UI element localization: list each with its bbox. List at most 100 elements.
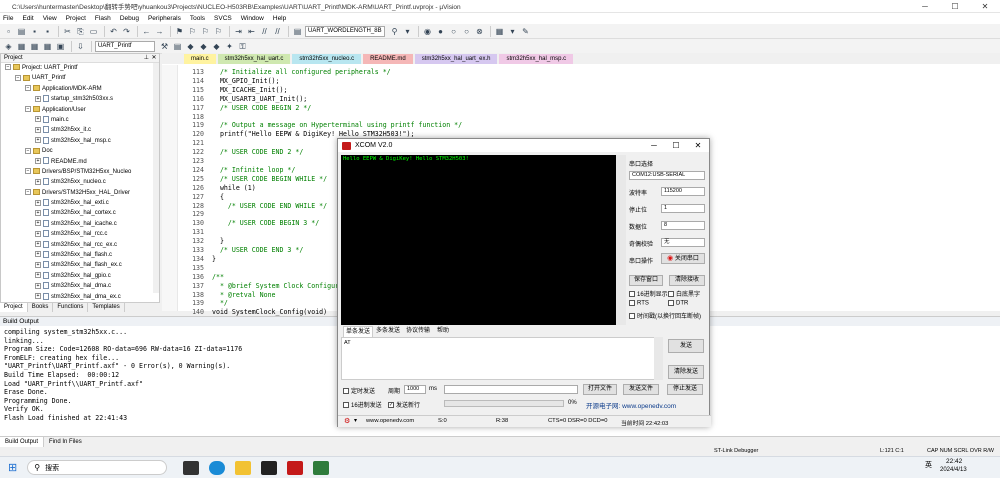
editor-tab[interactable]: stm32h5xx_hal_msp.c [499,54,574,64]
xcom-url[interactable]: www.openedv.com [366,418,414,424]
lock-icon[interactable]: ⚿ [237,41,248,52]
editor-tab[interactable]: README.md [363,54,413,64]
open-file-icon[interactable]: ▤ [16,26,27,37]
expand-icon[interactable]: + [35,157,41,164]
period-input[interactable]: 1000 [404,385,426,394]
expand-icon[interactable]: + [35,116,41,123]
tree-file-item[interactable]: + stm32h5xx_hal_rcc_ex.c [1,240,159,250]
expand-icon[interactable]: + [35,220,41,227]
project-scrollbar[interactable] [153,63,159,293]
uncomment-icon[interactable]: // [272,26,283,37]
send-scrollbar[interactable] [654,337,663,380]
download-icon[interactable]: ⇩ [75,41,86,52]
breakpoint-icon[interactable]: ● [435,26,446,37]
code-line[interactable]: MX_ICACHE_Init(); [212,86,288,94]
config-icon[interactable]: ▾ [507,26,518,37]
hex-display-checkbox[interactable]: 16进制显示 [629,289,668,298]
white-black-checkbox[interactable]: 白底黑字 [668,289,700,298]
nav-back-icon[interactable]: ← [141,26,152,37]
xcom-tab[interactable]: 多条发送 [374,326,402,336]
tree-file-item[interactable]: + stm32h5xx_hal_exti.c [1,198,159,208]
tree-file-item[interactable]: + startup_stm32h503xx.s [1,94,159,104]
tree-file-item[interactable]: + stm32h5xx_hal_icache.c [1,219,159,229]
undo-icon[interactable]: ↶ [108,26,119,37]
task-view-icon[interactable] [183,460,200,475]
hex-send-checkbox[interactable]: 16进制发送 [343,400,382,409]
editor-tab[interactable]: stm32h5xx_nucleo.c [292,54,362,64]
search-combo[interactable]: UART_WORDLENGTH_8B [305,25,385,37]
code-line[interactable]: /* USER CODE BEGIN 2 */ [212,104,311,112]
code-line[interactable]: MX_USART3_UART_Init(); [212,95,307,103]
menu-item-file[interactable]: File [3,15,13,22]
send-newline-checkbox[interactable]: ✓ 发送新行 [388,400,420,409]
bottom-tab-find-in-files[interactable]: Find In Files [44,437,87,447]
clear-receive-button[interactable]: 清除接收 [669,275,705,286]
expand-icon[interactable]: + [35,251,41,258]
code-line[interactable]: */ [212,299,228,307]
menu-item-window[interactable]: Window [241,15,264,22]
tree-file-item[interactable]: + stm32h5xx_hal_cortex.c [1,208,159,218]
breakpoint-disable-icon[interactable]: ○ [448,26,459,37]
expand-icon[interactable]: + [35,293,41,300]
timed-send-checkbox[interactable]: 定时发送 [343,386,375,395]
project-tab-project[interactable]: Project [0,303,28,312]
maximize-button[interactable]: ☐ [940,2,970,11]
app-icon[interactable] [261,460,278,475]
tree-file-item[interactable]: + stm32h5xx_hal_rcc.c [1,229,159,239]
xcom-minimize-button[interactable]: ─ [643,141,665,150]
clear-send-button[interactable]: 清除发送 [668,365,704,379]
stop-bits-select[interactable]: 1 [661,204,705,213]
tree-folder-item[interactable]: − Drivers/STM32H5xx_HAL_Driver [1,188,159,198]
incremental-find-icon[interactable]: ▾ [402,26,413,37]
xcom-app-icon[interactable] [287,460,304,475]
bookmark-prev-icon[interactable]: ⚐ [187,26,198,37]
cut-icon[interactable]: ✂ [62,26,73,37]
breakpoint-kill-icon[interactable]: ⊗ [474,26,485,37]
code-line[interactable]: * @retval None [212,291,276,299]
project-tab-templates[interactable]: Templates [88,303,125,312]
file-path-input[interactable] [444,385,578,394]
pack-installer-icon[interactable]: ◆ [211,41,222,52]
save-window-button[interactable]: 保存窗口 [629,275,663,286]
bottom-tab-build-output[interactable]: Build Output [0,437,45,447]
code-line[interactable]: /* Output a message on Hyperterminal usi… [212,121,462,129]
expand-icon[interactable]: + [35,230,41,237]
expand-icon[interactable]: + [35,282,41,289]
tree-file-item[interactable]: + stm32h5xx_hal_gpio.c [1,271,159,281]
collapse-icon[interactable]: − [25,85,31,92]
new-file-icon[interactable]: ▫ [3,26,14,37]
menu-item-flash[interactable]: Flash [95,15,111,22]
dropdown-icon[interactable]: ▾ [354,418,357,424]
menu-item-edit[interactable]: Edit [22,15,33,22]
file-extensions-icon[interactable]: ▤ [172,41,183,52]
rebuild-icon[interactable]: ▦ [29,41,40,52]
build-icon[interactable]: ▦ [16,41,27,52]
copy-icon[interactable]: ⎘ [75,26,86,37]
receive-area[interactable]: Hello EEPW & DigiKey! Hello STM32H503! [341,155,626,325]
collapse-icon[interactable]: − [25,147,31,154]
save-all-icon[interactable]: ▪ [42,26,53,37]
editor-tab[interactable]: stm32h5xx_hal_uart_ex.h [414,54,498,64]
event-icon[interactable]: ✦ [224,41,235,52]
expand-icon[interactable]: + [35,178,41,185]
parity-select[interactable]: 无 [661,238,705,247]
taskbar-search-box[interactable]: ⚲ 搜索 [27,460,168,475]
expand-icon[interactable]: + [35,209,41,216]
bookmark-icon[interactable]: ⚑ [174,26,185,37]
editor-gutter[interactable] [162,65,178,311]
translate-icon[interactable]: ◈ [3,41,14,52]
bookmark-clear-icon[interactable]: ⚐ [213,26,224,37]
project-tab-books[interactable]: Books [28,303,54,312]
data-bits-select[interactable]: 8 [661,221,705,230]
collapse-icon[interactable]: − [25,189,31,196]
editor-tab[interactable]: main.c [184,54,216,64]
tools-icon[interactable]: ✎ [520,26,531,37]
rts-checkbox[interactable]: RTS [629,300,649,307]
code-line[interactable]: /* USER CODE END 2 */ [212,148,303,156]
code-line[interactable]: /* USER CODE END WHILE */ [212,202,327,210]
tree-file-item[interactable]: + main.c [1,115,159,125]
code-line[interactable]: /* Infinite loop */ [212,166,295,174]
target-select[interactable]: UART_Printf [95,40,155,52]
tree-file-item[interactable]: + stm32h5xx_hal_dma.c [1,281,159,291]
find-in-files-icon[interactable]: ▤ [292,26,303,37]
